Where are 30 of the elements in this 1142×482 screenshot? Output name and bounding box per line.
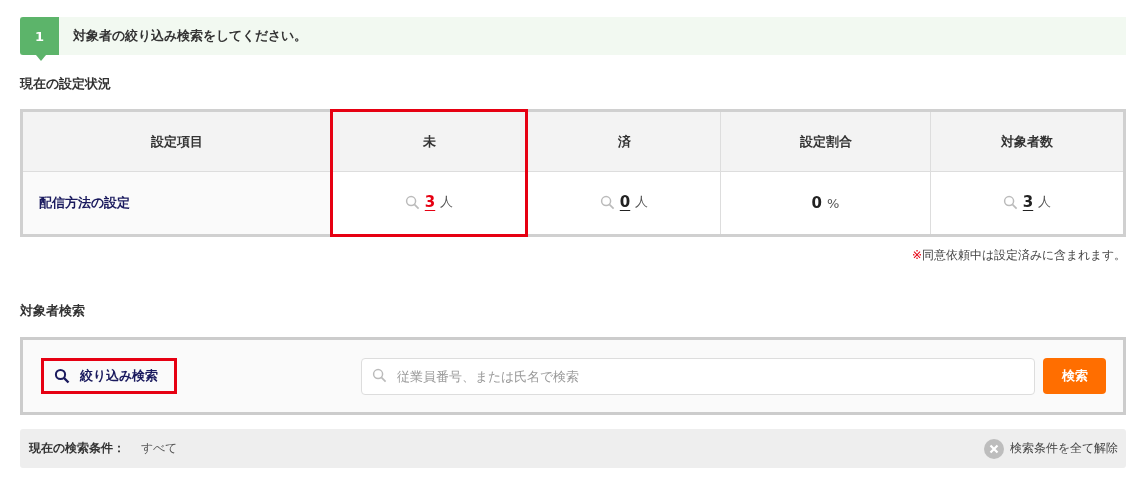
count-link[interactable]: 0 [619,193,631,212]
percentage-value: 0 [811,194,823,212]
search-icon [599,194,615,210]
search-field[interactable]: 従業員番号、または氏名で検索 [361,357,1035,395]
count-link[interactable]: 3 [424,193,436,212]
column-header: 済 [526,110,721,172]
footnote: ※同意依頼中は設定済みに含まれます。 [910,247,1126,264]
unit-label: % [827,195,840,211]
clear-conditions-button[interactable]: 検索条件を全て解除 [984,438,1118,459]
condition-label: 現在の検索条件： [29,440,125,457]
step-number: 1 [34,28,44,44]
search-icon [54,368,70,384]
column-header: 設定項目 [21,110,332,172]
search-icon [1002,194,1018,210]
search-icon [372,367,387,383]
column-header: 設定割合 [720,110,931,172]
unit-label: 人 [1038,193,1052,212]
column-header: 未 [331,110,527,172]
close-icon [984,438,1004,459]
filter-search-button[interactable]: 絞り込み検索 [41,358,177,394]
step-instruction: 対象者の絞り込み検索をしてください。 [73,27,307,45]
count-link[interactable]: 3 [1022,193,1034,212]
unit-label: 人 [440,193,454,212]
row-label: 配信方法の設定 [21,171,332,236]
search-icon [404,194,420,210]
column-header: 対象者数 [930,110,1125,172]
section-heading: 現在の設定状況 [20,75,112,93]
unit-label: 人 [635,193,649,212]
section-heading: 対象者検索 [20,302,86,320]
condition-value: すべて [141,440,177,457]
